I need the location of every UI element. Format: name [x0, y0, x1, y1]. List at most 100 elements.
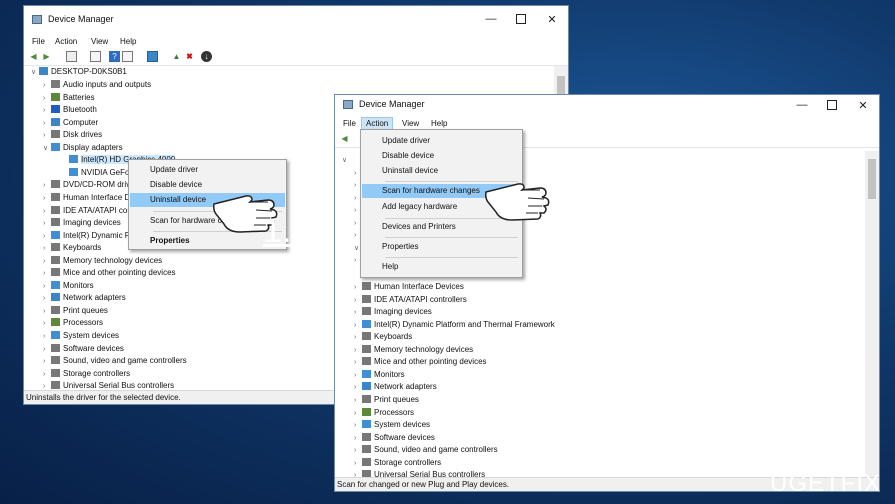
expand-arrow-icon[interactable]: ›	[354, 345, 362, 357]
tree-root[interactable]: ∨ DESKTOP-D0KS0B1	[31, 66, 127, 78]
tree-category-item[interactable]: › Computer	[43, 117, 98, 129]
action-uninstall-device[interactable]: Uninstall device	[362, 164, 521, 178]
expand-arrow-icon[interactable]: ›	[43, 369, 51, 381]
expand-arrow-icon[interactable]: ›	[354, 458, 362, 470]
expand-arrow-icon[interactable]: ›	[43, 130, 51, 142]
uninstall-icon[interactable]: ✖	[184, 51, 195, 62]
tree-category-item[interactable]: › Mice and other pointing devices	[354, 356, 487, 368]
minimize-button[interactable]: —	[476, 9, 506, 29]
tree-category-item[interactable]: › Bluetooth	[43, 104, 97, 116]
menu-view[interactable]: View	[398, 118, 423, 129]
scrollbar-thumb[interactable]	[868, 159, 876, 199]
tree-category-item[interactable]: › Monitors	[43, 280, 94, 292]
tree-category-item[interactable]: › Human Interface Devices	[354, 281, 464, 293]
collapse-arrow-icon[interactable]: ∨	[342, 154, 350, 166]
tree-category-item[interactable]: › Software devices	[43, 343, 124, 355]
expand-arrow-icon[interactable]: ›	[354, 420, 362, 432]
tree-category-item[interactable]: › Memory technology devices	[354, 344, 473, 356]
tree-category-item[interactable]: › Batteries	[43, 92, 95, 104]
expand-arrow-icon[interactable]: ›	[43, 93, 51, 105]
tree-category-item[interactable]: › Memory technology devices	[43, 255, 162, 267]
expand-arrow-icon[interactable]: ›	[43, 344, 51, 356]
tree-category-item[interactable]: › Network adapters	[354, 381, 437, 393]
tree-category-item[interactable]: › Processors	[43, 317, 103, 329]
action-disable-device[interactable]: Disable device	[362, 149, 521, 163]
expand-arrow-icon[interactable]: ›	[354, 307, 362, 319]
tree-category-item[interactable]: › Network adapters	[43, 292, 126, 304]
view-icon[interactable]	[122, 51, 133, 62]
action-update-driver[interactable]: Update driver	[362, 134, 521, 148]
tree-category-item[interactable]: › Processors	[354, 407, 414, 419]
maximize-button[interactable]	[506, 9, 536, 29]
maximize-button[interactable]	[817, 95, 847, 115]
expand-arrow-icon[interactable]: ›	[43, 293, 51, 305]
expand-arrow-icon[interactable]: ›	[43, 306, 51, 318]
expand-arrow-icon[interactable]: ›	[43, 218, 51, 230]
expand-arrow-icon[interactable]: ›	[43, 243, 51, 255]
tree-category-item[interactable]: › Keyboards	[43, 242, 101, 254]
tree-category-item[interactable]: › System devices	[43, 330, 119, 342]
expand-arrow-icon[interactable]: ›	[354, 433, 362, 445]
expand-arrow-icon[interactable]: ›	[43, 356, 51, 368]
menu-file[interactable]: File	[339, 118, 360, 129]
tree-category-item[interactable]: › Monitors	[354, 369, 405, 381]
tree-category-item[interactable]: › Intel(R) Dynamic Platform and Thermal F…	[354, 319, 555, 331]
expand-arrow-icon[interactable]: ›	[43, 231, 51, 243]
close-button[interactable]: ✕	[537, 9, 567, 29]
scan-monitor-icon[interactable]	[147, 51, 158, 62]
expand-arrow-icon[interactable]: ›	[354, 282, 362, 294]
expand-arrow-icon[interactable]: ›	[354, 320, 362, 332]
expand-arrow-icon[interactable]: ›	[43, 256, 51, 268]
vertical-scrollbar[interactable]	[865, 151, 879, 478]
ctx-properties[interactable]: Properties	[130, 234, 285, 248]
expand-arrow-icon[interactable]: ›	[43, 331, 51, 343]
tree-category-item[interactable]: › Disk drives	[43, 129, 102, 141]
expand-arrow-icon[interactable]: ›	[354, 382, 362, 394]
tree-category-item[interactable]: › Software devices	[354, 432, 435, 444]
expand-arrow-icon[interactable]: ›	[354, 357, 362, 369]
menu-view[interactable]: View	[87, 36, 112, 47]
tree-category-item[interactable]: › Storage controllers	[43, 368, 130, 380]
tree-category-item[interactable]: › Sound, video and game controllers	[354, 444, 498, 456]
menu-help[interactable]: Help	[427, 118, 451, 129]
tree-category-item[interactable]: › IDE ATA/ATAPI controllers	[354, 294, 467, 306]
minimize-button[interactable]: —	[787, 95, 817, 115]
show-hide-tree-icon[interactable]	[66, 51, 77, 62]
expand-arrow-icon[interactable]: ›	[354, 408, 362, 420]
tree-category-item[interactable]: › Audio inputs and outputs	[43, 79, 151, 91]
collapse-arrow-icon[interactable]: ∨	[43, 143, 51, 155]
tree-category-item[interactable]: › Imaging devices	[43, 217, 121, 229]
menu-help[interactable]: Help	[116, 36, 140, 47]
expand-arrow-icon[interactable]: ›	[354, 295, 362, 307]
ctx-update-driver[interactable]: Update driver	[130, 163, 285, 177]
expand-arrow-icon[interactable]: ›	[43, 268, 51, 280]
menu-file[interactable]: File	[28, 36, 49, 47]
expand-arrow-icon[interactable]: ›	[43, 80, 51, 92]
back-icon[interactable]: ◀	[339, 133, 350, 144]
expand-arrow-icon[interactable]: ›	[354, 395, 362, 407]
back-icon[interactable]: ◀	[28, 51, 39, 62]
expand-arrow-icon[interactable]: ›	[354, 332, 362, 344]
tree-category-item[interactable]: › Sound, video and game controllers	[43, 355, 187, 367]
tree-category-item[interactable]: › Print queues	[354, 394, 419, 406]
action-help[interactable]: Help	[362, 260, 521, 274]
tree-category-item[interactable]: › Keyboards	[354, 331, 412, 343]
tree-category-item[interactable]: › Imaging devices	[354, 306, 432, 318]
help-icon[interactable]: ?	[109, 51, 120, 62]
collapse-arrow-icon[interactable]: ∨	[31, 67, 39, 79]
expand-arrow-icon[interactable]: ›	[43, 105, 51, 117]
expand-arrow-icon[interactable]: ›	[43, 118, 51, 130]
expand-arrow-icon[interactable]: ›	[43, 206, 51, 218]
tree-category-item[interactable]: › DVD/CD-ROM drives	[43, 179, 139, 191]
tree-category-item[interactable]: › Storage controllers	[354, 457, 441, 469]
menu-action[interactable]: Action	[51, 36, 81, 47]
expand-arrow-icon[interactable]: ›	[43, 180, 51, 192]
tree-category-item[interactable]: › Mice and other pointing devices	[43, 267, 176, 279]
expand-arrow-icon[interactable]: ›	[354, 445, 362, 457]
forward-icon[interactable]: ▶	[41, 51, 52, 62]
expand-arrow-icon[interactable]: ›	[354, 370, 362, 382]
tree-category-item[interactable]: › Print queues	[43, 305, 108, 317]
download-icon[interactable]: ↓	[201, 51, 212, 62]
close-button[interactable]: ✕	[848, 95, 878, 115]
tree-category-item[interactable]: ∨ Display adapters	[43, 142, 123, 154]
